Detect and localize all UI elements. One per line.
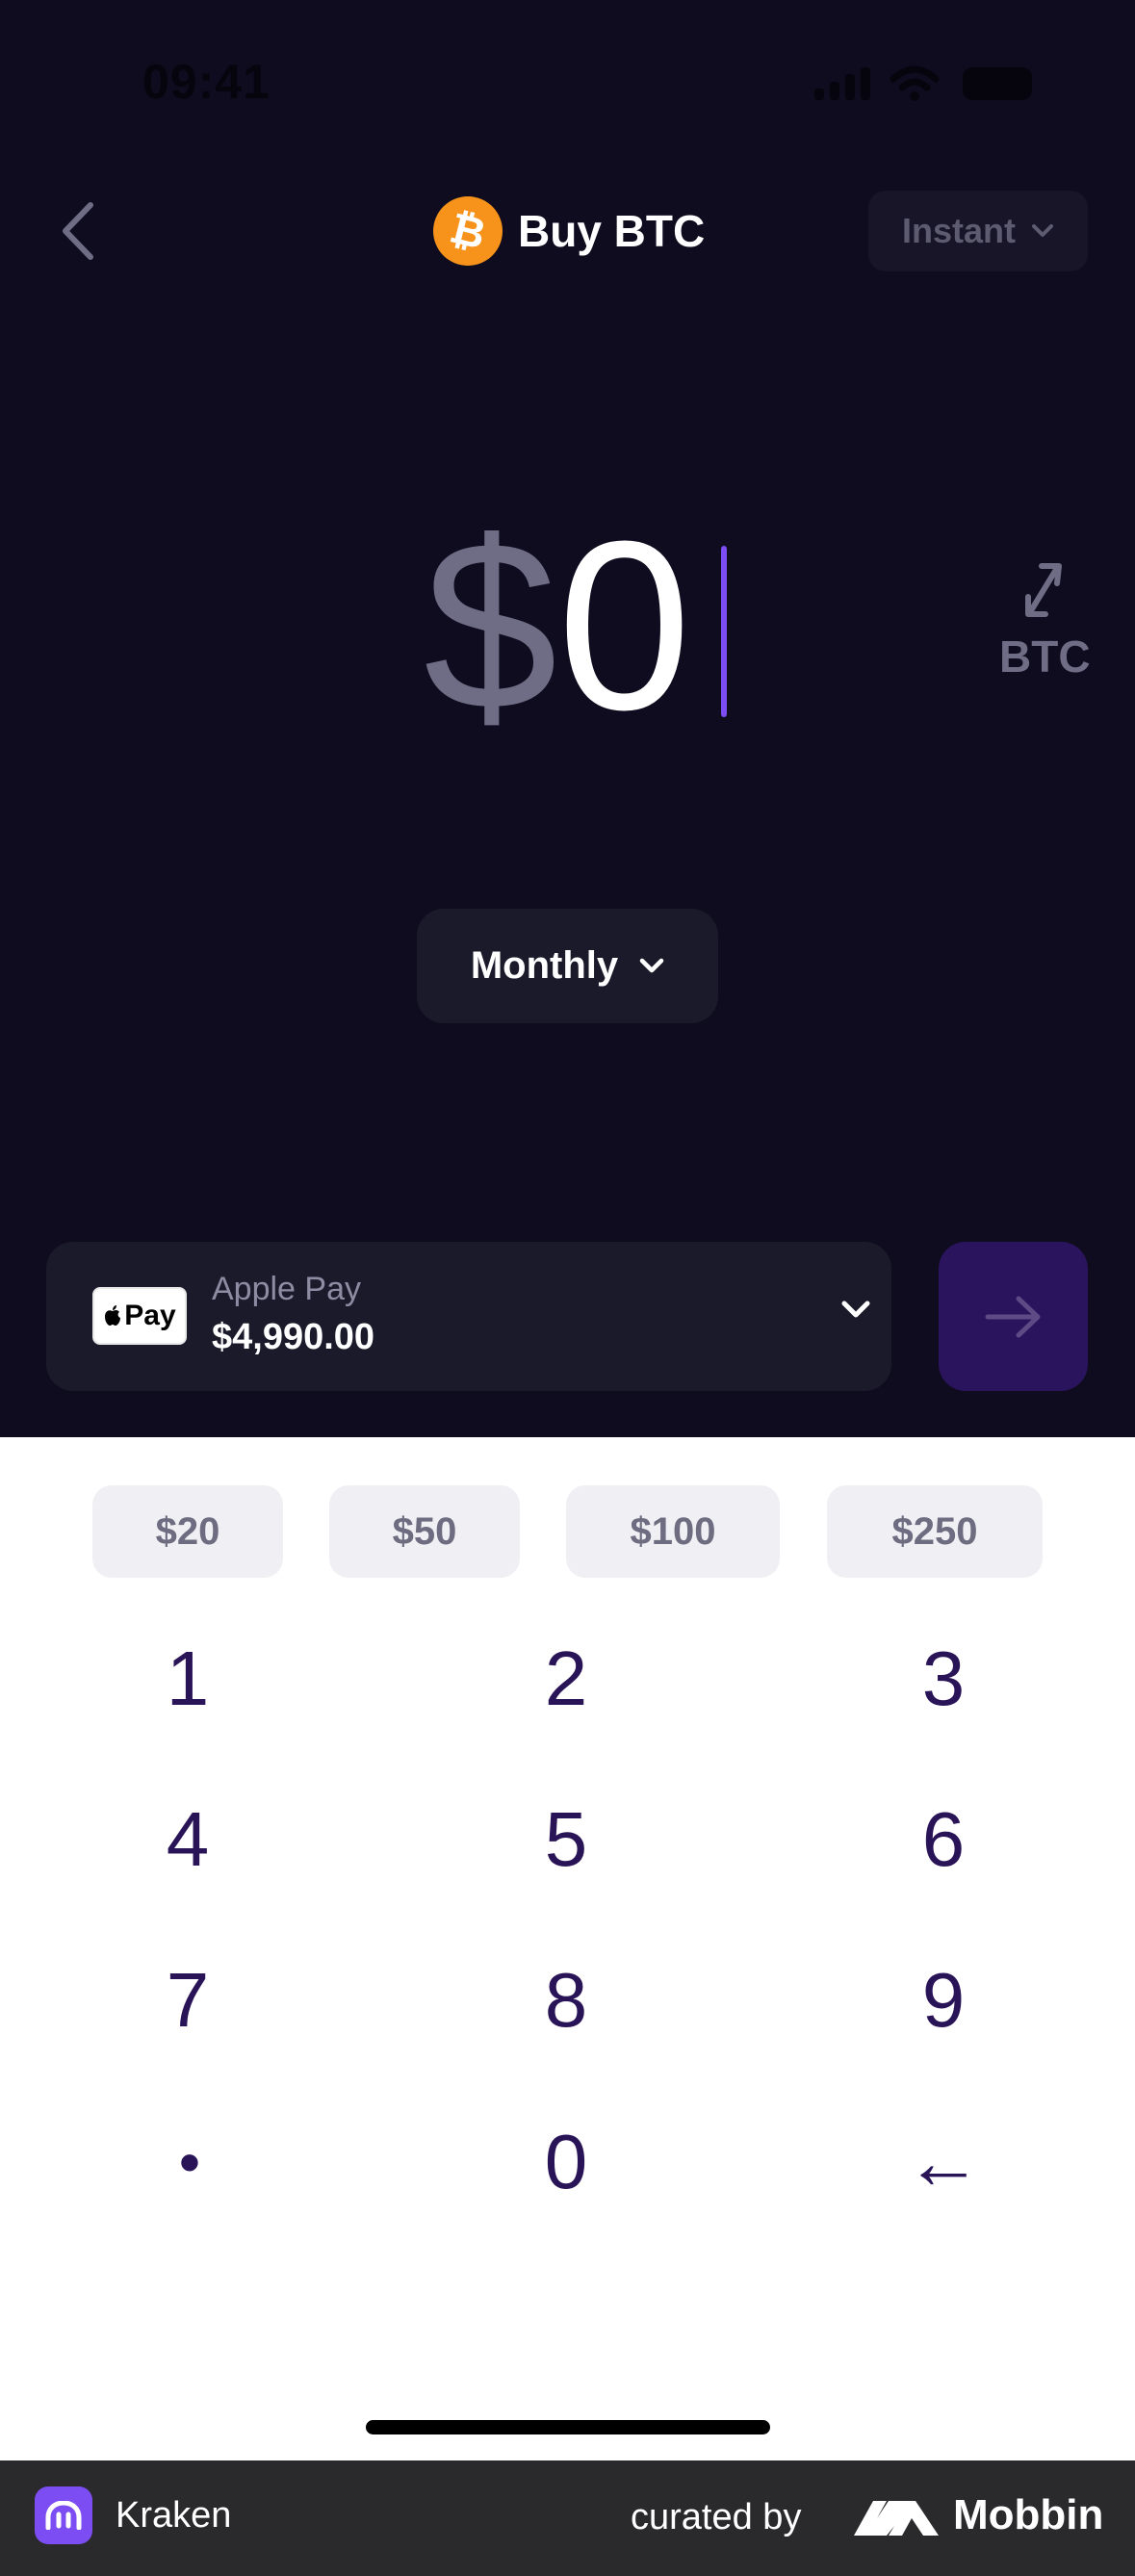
key-0[interactable]: 0 xyxy=(470,2090,662,2234)
quick-amount-100[interactable]: $100 xyxy=(566,1485,780,1578)
kraken-logo-icon xyxy=(35,2486,92,2544)
order-speed-label: Instant xyxy=(901,211,1016,250)
bitcoin-icon: ₿ xyxy=(433,196,503,266)
apple-pay-logo-text: Pay xyxy=(124,1300,176,1331)
key-6[interactable]: 6 xyxy=(847,1767,1040,1912)
screen-title: ₿ Buy BTC xyxy=(433,196,706,266)
back-chevron-icon[interactable] xyxy=(52,197,110,265)
key-4[interactable]: 4 xyxy=(91,1767,284,1912)
apple-pay-logo: Pay xyxy=(92,1287,187,1345)
title-text: Buy BTC xyxy=(518,206,706,256)
key-8[interactable]: 8 xyxy=(470,1928,662,2073)
order-speed-dropdown[interactable]: Instant xyxy=(868,191,1088,271)
quick-amount-20[interactable]: $20 xyxy=(92,1485,283,1578)
key-decimal[interactable]: • xyxy=(93,2090,286,2234)
svg-text:₿: ₿ xyxy=(447,207,489,255)
key-9[interactable]: 9 xyxy=(847,1928,1040,2073)
chevron-down-icon xyxy=(841,1301,870,1318)
attribution-footer: Kraken curated by Mobbin xyxy=(0,2460,1135,2576)
arrow-right-icon xyxy=(985,1296,1040,1337)
chevron-down-icon xyxy=(1032,224,1053,237)
wifi-icon xyxy=(890,65,940,101)
key-2[interactable]: 2 xyxy=(470,1607,662,1751)
chevron-down-icon xyxy=(639,958,664,972)
payment-method-name: Apple Pay xyxy=(212,1271,361,1307)
signal-icon xyxy=(814,67,872,100)
key-1[interactable]: 1 xyxy=(91,1607,284,1751)
home-indicator xyxy=(366,2420,770,2434)
currency-symbol: $ xyxy=(424,491,558,760)
continue-button[interactable] xyxy=(939,1242,1088,1391)
payment-method-selector[interactable]: Pay Apple Pay $4,990.00 xyxy=(46,1242,891,1391)
status-time: 09:41 xyxy=(142,55,271,109)
app-name: Kraken xyxy=(116,2495,232,2536)
apple-icon xyxy=(105,1305,121,1326)
curator-brand: Mobbin xyxy=(953,2491,1104,2538)
battery-icon xyxy=(963,67,1032,100)
text-cursor xyxy=(721,546,727,717)
key-backspace[interactable]: ← xyxy=(847,2090,1040,2234)
amount-value: 0 xyxy=(557,491,692,760)
numeric-keypad: $20 $50 $100 $250 1 2 3 4 5 6 7 8 9 • 0 … xyxy=(0,1437,1135,2460)
key-5[interactable]: 5 xyxy=(470,1767,662,1912)
mobbin-logo-icon xyxy=(854,2501,939,2536)
swap-currency-label[interactable]: BTC xyxy=(999,631,1091,683)
amount-display[interactable]: $0 xyxy=(424,505,691,746)
quick-amount-250[interactable]: $250 xyxy=(827,1485,1043,1578)
key-7[interactable]: 7 xyxy=(91,1928,284,2073)
frequency-label: Monthly xyxy=(470,944,619,987)
curated-by-label: curated by xyxy=(631,2497,802,2537)
key-3[interactable]: 3 xyxy=(847,1607,1040,1751)
frequency-dropdown[interactable]: Monthly xyxy=(417,909,718,1023)
quick-amount-50[interactable]: $50 xyxy=(329,1485,520,1578)
payment-balance: $4,990.00 xyxy=(212,1317,375,1357)
swap-currency-icon[interactable] xyxy=(1022,560,1065,620)
